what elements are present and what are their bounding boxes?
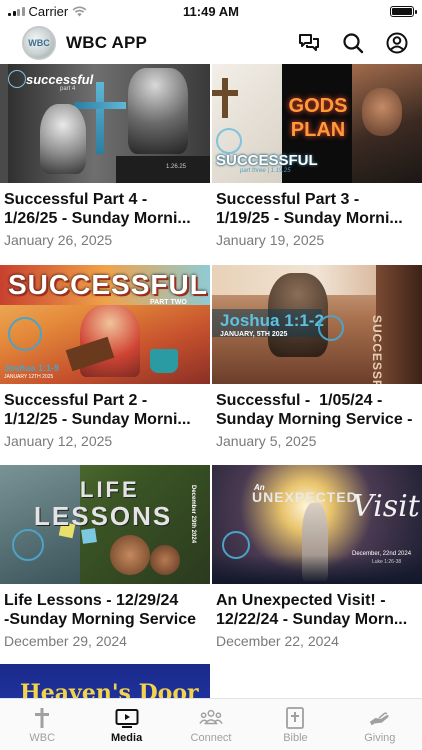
sermon-thumbnail: SUCCESSFUL PART TWO Joshua 1:1-9 JANUARY… (0, 265, 210, 384)
thumbnail-subtitle: PART TWO (150, 299, 187, 306)
media-title: Successful - 1/05/24 - Sunday Morning Se… (216, 391, 416, 429)
giving-hand-icon (368, 707, 392, 729)
chat-icon[interactable] (298, 32, 320, 54)
media-date: January 12, 2025 (4, 433, 113, 449)
media-date: January 26, 2025 (4, 232, 113, 248)
tab-bible[interactable]: Bible (253, 699, 337, 750)
people-icon (199, 707, 223, 729)
tab-giving[interactable]: Giving (338, 699, 422, 750)
wbc-watermark-icon (8, 317, 42, 351)
tv-play-icon (115, 707, 139, 729)
media-title-line1: Successful Part 2 - (4, 392, 148, 409)
thumbnail-script: Visit (352, 489, 420, 524)
sermon-thumbnail: successful part 4 1.26.25 (0, 64, 210, 183)
bottom-tab-bar: WBC Media Connect Bible Giving (0, 698, 422, 750)
thumbnail-side-title: SUCCESSFUL (370, 315, 384, 384)
status-left: Carrier (8, 4, 148, 19)
media-title-line1: Successful Part 4 - (4, 191, 148, 208)
media-title-line2: 12/22/24 - Sunday Morn... (216, 611, 408, 628)
carrier-label: Carrier (28, 3, 69, 19)
media-title: Successful Part 3 - 1/19/25 - Sunday Mor… (216, 190, 416, 228)
thumbnail-date: 1.26.25 (166, 164, 187, 170)
tab-media[interactable]: Media (84, 699, 168, 750)
app-title: WBC APP (66, 33, 148, 52)
thumbnail-subtitle: part 4 (60, 86, 76, 92)
wbc-watermark-icon (222, 531, 250, 559)
sermon-thumbnail: An UNEXPECTED Visit December, 22nd 2024 … (212, 465, 422, 584)
wbc-watermark-icon (8, 70, 26, 88)
tab-wbc[interactable]: WBC (0, 699, 84, 750)
media-title: An Unexpected Visit! - 12/22/24 - Sunday… (216, 591, 416, 629)
tab-label: WBC (29, 732, 56, 744)
media-title-line1: Successful Part 3 - (216, 191, 360, 208)
wbc-watermark-icon (216, 128, 242, 154)
thumbnail-title: Heaven's Door (20, 680, 199, 698)
media-title-line1: An Unexpected Visit! - (216, 592, 386, 609)
status-time: 11:49 AM (183, 3, 239, 19)
tab-label: Giving (364, 732, 396, 744)
media-date: December 29, 2024 (4, 633, 127, 649)
thumbnail-subtitle: part three | 1.19.25 (240, 168, 291, 174)
media-date: January 5, 2025 (216, 433, 317, 449)
thumbnail-title: UNEXPECTED (252, 489, 358, 505)
tab-connect[interactable]: Connect (169, 699, 253, 750)
cross-icon (30, 707, 54, 729)
media-grid: successful part 4 1.26.25 Successful Par… (0, 64, 422, 698)
media-title-line1: Successful - 1/05/24 - (216, 392, 383, 409)
header-actions (298, 32, 408, 54)
tab-label: Connect (190, 732, 232, 744)
thumbnail-title: SUCCESSFUL (8, 269, 208, 300)
thumbnail-title-line1: LIFE (80, 477, 140, 502)
media-title-line2: -Sunday Morning Service (4, 611, 197, 628)
media-title-line1: Life Lessons - 12/29/24 (4, 592, 179, 609)
sermon-thumbnail: SUCCESSFUL Joshua 1:1-2 JANUARY, 5TH 202… (212, 265, 422, 384)
search-icon[interactable] (342, 32, 364, 54)
thumbnail-neon-sign: GODS PLAN (288, 95, 348, 141)
thumbnail-title: successful (26, 72, 94, 87)
wifi-icon (72, 6, 87, 17)
tab-label: Bible (283, 732, 308, 744)
thumbnail-title-line2: LESSONS (34, 501, 173, 531)
sermon-thumbnail: LIFE LESSONS December 29th 2024 (0, 465, 210, 584)
thumbnail-date: JANUARY, 5TH 2025 (220, 331, 288, 338)
media-title-line2: 1/19/25 - Sunday Morni... (216, 210, 403, 227)
sermon-thumbnail: GODS PLAN SUCCESSFUL part three | 1.19.2… (212, 64, 422, 183)
status-right (274, 5, 417, 17)
wbc-watermark-icon (12, 529, 44, 561)
thumbnail-title: SUCCESSFUL (216, 152, 318, 169)
profile-icon[interactable] (386, 32, 408, 54)
media-title: Successful Part 2 - 1/12/25 - Sunday Mor… (4, 391, 204, 429)
bible-icon (283, 707, 307, 729)
media-title: Successful Part 4 - 1/26/25 - Sunday Mor… (4, 190, 204, 228)
status-bar: Carrier 11:49 AM (0, 0, 422, 22)
tab-label: Media (111, 732, 143, 744)
thumbnail-scripture: Joshua 1:1-2 (220, 311, 324, 330)
thumbnail-date: December, 22nd 2024 (352, 551, 412, 557)
media-title-line2: 1/12/25 - Sunday Morni... (4, 411, 191, 428)
wbc-watermark-icon (318, 315, 344, 341)
media-title-line2: 1/26/25 - Sunday Morni... (4, 210, 191, 227)
media-title-line2: Sunday Morning Service - (216, 411, 413, 428)
cellular-signal-icon (8, 6, 25, 16)
sermon-thumbnail: Heaven's Door (0, 664, 210, 698)
thumbnail-scripture: Luke 1:26-38 (372, 559, 402, 565)
media-title: Life Lessons - 12/29/24 -Sunday Morning … (4, 591, 204, 629)
thumbnail-scripture: Joshua 1:1-9 (4, 363, 60, 373)
thumbnail-date: JANUARY 12TH 2025 (4, 374, 54, 380)
media-date: December 22, 2024 (216, 633, 339, 649)
media-date: January 19, 2025 (216, 232, 325, 248)
app-header: WBC WBC APP (0, 22, 422, 64)
thumbnail-date: December 29th 2024 (190, 485, 196, 544)
app-logo: WBC (22, 26, 56, 60)
battery-icon (390, 5, 417, 17)
